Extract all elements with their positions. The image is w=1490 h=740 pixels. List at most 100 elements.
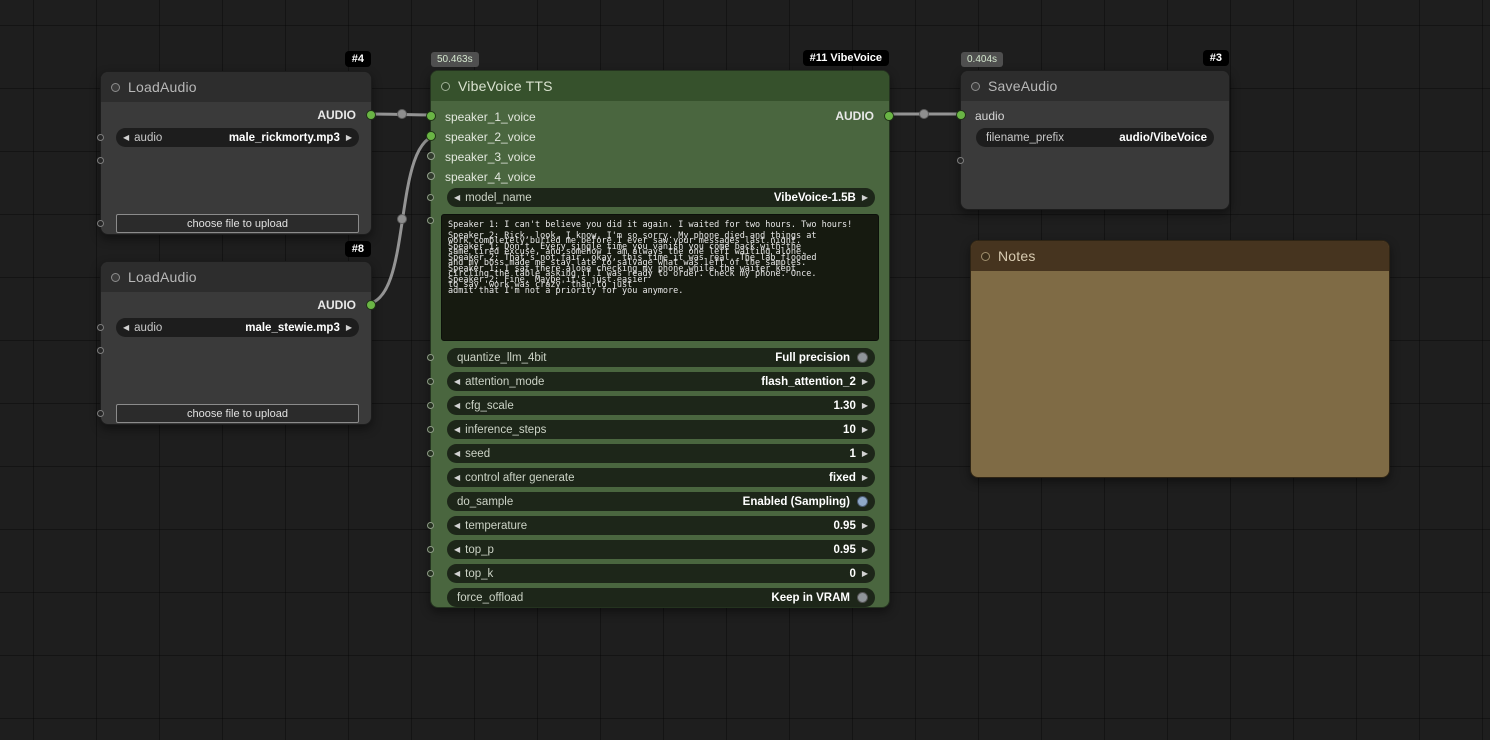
widget-row-model-name[interactable]: ◀ model_name VibeVoice-1.5B ▶ [447,188,875,207]
execution-time-badge: 50.463s [431,52,479,67]
widget-row-top-p[interactable]: ◀ top_p 0.95 ▶ [447,540,875,559]
decrement-arrow-icon[interactable]: ◀ [454,425,460,434]
node-loadaudio-4[interactable]: #4 LoadAudio AUDIO ◀ audio male_rickmort… [97,51,376,235]
widget-row-audio[interactable]: ◀ audio male_rickmorty.mp3 ▶ [116,128,359,147]
increment-arrow-icon[interactable]: ▶ [862,473,868,482]
node-saveaudio[interactable]: 0.404s #3 SaveAudio audio filename_prefi… [956,50,1230,210]
decrement-arrow-icon[interactable]: ◀ [123,133,129,142]
output-dot-audio[interactable] [884,111,894,121]
decrement-arrow-icon[interactable]: ◀ [454,377,460,386]
input-dot-audio[interactable] [956,110,966,120]
widget-value: male_rickmorty.mp3 [228,131,340,144]
widget-input-dot[interactable] [97,410,104,417]
widget-input-dot[interactable] [427,426,434,433]
widget-input-dot[interactable] [427,378,434,385]
increment-arrow-icon[interactable]: ▶ [346,133,352,142]
output-dot-audio[interactable] [366,300,376,310]
notes-body[interactable] [971,271,1389,477]
decrement-arrow-icon[interactable]: ◀ [454,193,460,202]
widget-input-dot[interactable] [97,347,104,354]
widget-input-dot[interactable] [427,522,434,529]
node-header[interactable]: VibeVoice TTS [431,71,889,101]
widget-row-audio[interactable]: ◀ audio male_stewie.mp3 ▶ [116,318,359,337]
choose-file-button[interactable]: choose file to upload [116,214,359,233]
node-notes[interactable]: Notes [970,240,1390,478]
decrement-arrow-icon[interactable]: ◀ [454,569,460,578]
node-header[interactable]: SaveAudio [961,71,1229,101]
widget-input-dot[interactable] [427,546,434,553]
node-loadaudio-8[interactable]: #8 LoadAudio AUDIO ◀ audio male_stewie.m… [97,241,376,425]
decrement-arrow-icon[interactable]: ◀ [123,323,129,332]
collapse-dot-icon[interactable] [111,272,120,282]
increment-arrow-icon[interactable]: ▶ [862,425,868,434]
widget-input-dot[interactable] [427,217,434,224]
text-overlapped-block: Speaker 2: Rick, look, I know, I'm so so… [448,231,872,290]
widget-value: 0.95 [833,519,856,532]
collapse-dot-icon[interactable] [981,251,990,261]
widget-input-dot[interactable] [427,194,434,201]
widget-row-temperature[interactable]: ◀ temperature 0.95 ▶ [447,516,875,535]
decrement-arrow-icon[interactable]: ◀ [454,545,460,554]
increment-arrow-icon[interactable]: ▶ [346,323,352,332]
widget-input-dot[interactable] [957,157,964,164]
widget-row-control-after-generate[interactable]: ◀ control after generate fixed ▶ [447,468,875,487]
widget-input-dot[interactable] [97,157,104,164]
toggle-circle-icon[interactable] [857,592,868,603]
text-prompt-widget[interactable]: Speaker 1: I can't believe you did it ag… [441,214,879,341]
link-midpoint-dot[interactable] [397,214,407,224]
input-dot-speaker-1-voice[interactable] [426,111,436,121]
input-dot-speaker-3-voice[interactable] [427,152,435,160]
node-header[interactable]: LoadAudio [101,72,371,102]
collapse-dot-icon[interactable] [111,82,120,92]
input-dot-speaker-2-voice[interactable] [426,131,436,141]
toggle-circle-icon[interactable] [857,352,868,363]
widget-row-do-sample[interactable]: do_sample Enabled (Sampling) [447,492,875,511]
widget-input-dot[interactable] [427,354,434,361]
widget-row-force-offload[interactable]: force_offload Keep in VRAM [447,588,875,607]
increment-arrow-icon[interactable]: ▶ [862,377,868,386]
increment-arrow-icon[interactable]: ▶ [862,569,868,578]
text-lines: work completely buried me before I ever … [448,236,817,290]
collapse-dot-icon[interactable] [971,81,980,91]
output-label-audio: AUDIO [835,109,874,123]
decrement-arrow-icon[interactable]: ◀ [454,473,460,482]
widget-name: attention_mode [465,375,545,388]
input-dot-speaker-4-voice[interactable] [427,172,435,180]
increment-arrow-icon[interactable]: ▶ [862,193,868,202]
widget-value: Keep in VRAM [771,591,850,604]
increment-arrow-icon[interactable]: ▶ [862,401,868,410]
widget-input-dot[interactable] [427,402,434,409]
increment-arrow-icon[interactable]: ▶ [862,545,868,554]
increment-arrow-icon[interactable]: ▶ [862,449,868,458]
node-id-badge: #8 [344,241,371,257]
widget-row-seed[interactable]: ◀ seed 1 ▶ [447,444,875,463]
decrement-arrow-icon[interactable]: ◀ [454,449,460,458]
widget-name: quantize_llm_4bit [457,351,547,364]
toggle-circle-icon[interactable] [857,496,868,507]
increment-arrow-icon[interactable]: ▶ [862,521,868,530]
node-vibevoice-tts[interactable]: 50.463s #11 VibeVoice VibeVoice TTS spea… [426,50,894,608]
widget-row-filename-prefix[interactable]: filename_prefix audio/VibeVoice [976,128,1214,147]
widget-input-dot[interactable] [97,134,104,141]
output-dot-audio[interactable] [366,110,376,120]
widget-input-dot[interactable] [427,450,434,457]
widget-row-quantize-llm-4bit[interactable]: quantize_llm_4bit Full precision [447,348,875,367]
link-midpoint-dot[interactable] [397,109,407,119]
decrement-arrow-icon[interactable]: ◀ [454,401,460,410]
widget-input-dot[interactable] [427,570,434,577]
node-header[interactable]: LoadAudio [101,262,371,292]
choose-file-button[interactable]: choose file to upload [116,404,359,423]
collapse-dot-icon[interactable] [441,81,450,91]
comfyui-canvas[interactable]: { "icons": { "arrow_left": "◀", "arrow_r… [0,0,1490,740]
widget-input-dot[interactable] [97,324,104,331]
widget-row-inference-steps[interactable]: ◀ inference_steps 10 ▶ [447,420,875,439]
widget-name: filename_prefix [986,131,1064,144]
decrement-arrow-icon[interactable]: ◀ [454,521,460,530]
node-title: LoadAudio [128,79,197,95]
link-midpoint-dot[interactable] [919,109,929,119]
widget-input-dot[interactable] [97,220,104,227]
node-header[interactable]: Notes [971,241,1389,271]
widget-row-cfg-scale[interactable]: ◀ cfg_scale 1.30 ▶ [447,396,875,415]
widget-row-attention-mode[interactable]: ◀ attention_mode flash_attention_2 ▶ [447,372,875,391]
widget-row-top-k[interactable]: ◀ top_k 0 ▶ [447,564,875,583]
